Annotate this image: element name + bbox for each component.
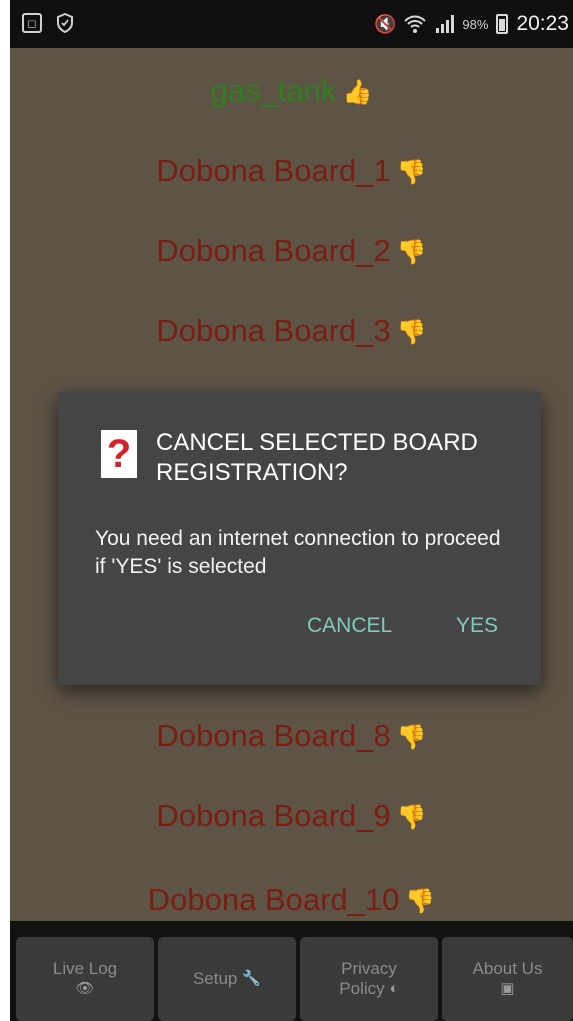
board-name: Dobona Board_2 [156, 233, 391, 268]
board-name: Dobona Board_1 [156, 153, 391, 188]
info-box-icon: ▣ [500, 980, 515, 997]
shield-icon [57, 13, 73, 33]
thumbs-down-icon: 👎 [396, 239, 427, 267]
yes-button[interactable]: YES [456, 614, 498, 638]
clock: 20:23 [516, 12, 569, 35]
thumbs-down-icon: 👎 [396, 804, 427, 832]
thumbs-down-icon: 👎 [405, 888, 436, 916]
wifi-icon [404, 15, 427, 33]
live-log-button[interactable]: Live Log 👁 [16, 937, 154, 1021]
signal-icon [436, 15, 455, 33]
app-screen: ◻ 🔇 98% 20:23 gas_tank 👍 Dobona Board_1 … [10, 0, 573, 1021]
about-us-button[interactable]: About Us ▣ [442, 937, 573, 1021]
setup-button[interactable]: Setup 🔧 [158, 937, 296, 1021]
board-item-1[interactable]: Dobona Board_1 👎 [10, 153, 573, 189]
eye-icon: 👁 [75, 980, 95, 997]
dialog-title: CANCEL SELECTED BOARD REGISTRATION? [156, 429, 478, 486]
thumbs-up-icon: 👍 [342, 79, 373, 107]
confirm-dialog: ? CANCEL SELECTED BOARD REGISTRATION? Yo… [58, 392, 541, 685]
privacy-policy-button[interactable]: Privacy Policy ◐ [300, 937, 438, 1021]
thumbs-down-icon: 👎 [396, 159, 427, 187]
privacy-label-line1: Privacy [341, 959, 397, 978]
about-label: About Us [472, 959, 543, 978]
mute-vibrate-icon: 🔇 [373, 13, 397, 34]
dialog-message: You need an internet connection to proce… [95, 527, 501, 578]
wrench-icon: 🔧 [242, 970, 262, 987]
battery-icon [496, 14, 509, 34]
board-name: Dobona Board_9 [156, 798, 391, 833]
bottom-tab-bar: Live Log 👁 Setup 🔧 Privacy Policy ◐ Abou… [10, 921, 573, 1021]
shield-half-icon: ◐ [389, 980, 399, 997]
privacy-label-line2: Policy [339, 979, 385, 998]
board-item-gas-tank[interactable]: gas_tank 👍 [10, 73, 573, 109]
board-item-10[interactable]: Dobona Board_10 👎 [10, 882, 573, 918]
board-name: Dobona Board_3 [156, 313, 391, 348]
board-item-2[interactable]: Dobona Board_2 👎 [10, 233, 573, 269]
thumbs-down-icon: 👎 [396, 319, 427, 347]
status-bar: ◻ 🔇 98% 20:23 [10, 0, 573, 48]
board-item-8[interactable]: Dobona Board_8 👎 [10, 718, 573, 754]
board-name: Dobona Board_10 [147, 882, 400, 917]
setup-label: Setup [192, 969, 238, 988]
board-name: Dobona Board_8 [156, 718, 391, 753]
thumbs-down-icon: 👎 [396, 724, 427, 752]
battery-percent: 98% [462, 16, 489, 32]
cancel-button[interactable]: CANCEL [307, 614, 392, 638]
live-log-label: Live Log [52, 959, 118, 978]
question-mark-icon: ? [101, 430, 137, 478]
screen-cast-icon: ◻ [22, 13, 42, 33]
board-name: gas_tank [210, 73, 337, 108]
board-item-3[interactable]: Dobona Board_3 👎 [10, 313, 573, 349]
board-item-9[interactable]: Dobona Board_9 👎 [10, 798, 573, 834]
